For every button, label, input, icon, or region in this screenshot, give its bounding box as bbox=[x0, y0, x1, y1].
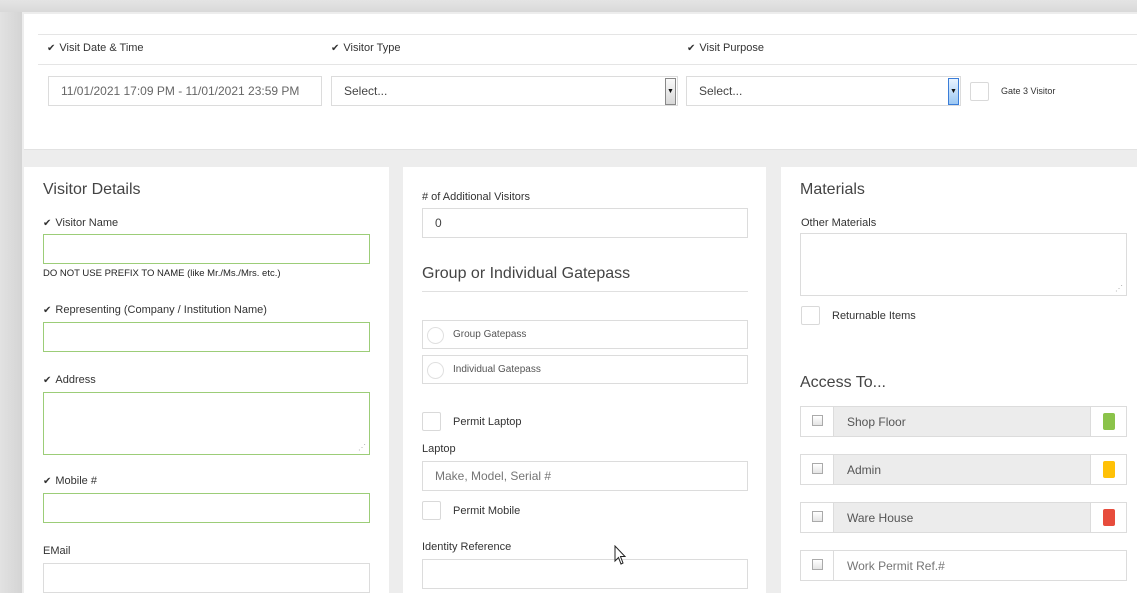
returnable-items-label: Returnable Items bbox=[832, 310, 916, 322]
check-icon: ✔ bbox=[43, 375, 52, 386]
gatepass-title: Group or Individual Gatepass bbox=[422, 265, 631, 282]
radio-button[interactable] bbox=[427, 362, 444, 379]
materials-title: Materials bbox=[800, 181, 865, 198]
representing-label: ✔ Representing (Company / Institution Nam… bbox=[43, 304, 267, 316]
laptop-input[interactable] bbox=[422, 461, 748, 491]
other-materials-textarea[interactable]: ⋰ bbox=[800, 233, 1127, 296]
visit-date-label: ✔ Visit Date & Time bbox=[47, 42, 144, 54]
gate3-visitor-label: Gate 3 Visitor bbox=[1001, 86, 1056, 96]
address-label: ✔ Address bbox=[43, 374, 96, 386]
divider bbox=[38, 34, 1137, 35]
email-input[interactable] bbox=[43, 563, 370, 593]
visit-purpose-select[interactable]: Select... ▼ bbox=[686, 76, 961, 106]
divider bbox=[422, 291, 748, 292]
work-permit-checkbox[interactable] bbox=[812, 559, 823, 570]
radio-button[interactable] bbox=[427, 327, 444, 344]
individual-gatepass-label: Individual Gatepass bbox=[453, 364, 541, 375]
access-item-admin[interactable]: Admin bbox=[800, 454, 1127, 485]
access-item-ware-house[interactable]: Ware House bbox=[800, 502, 1127, 533]
visitor-type-label: ✔ Visitor Type bbox=[331, 42, 401, 54]
visit-purpose-value: Select... bbox=[699, 84, 743, 98]
additional-visitors-label: # of Additional Visitors bbox=[422, 191, 531, 203]
chevron-down-icon[interactable]: ▼ bbox=[665, 78, 676, 105]
status-swatch-cell bbox=[1090, 407, 1126, 436]
checkbox-cell bbox=[801, 551, 834, 580]
access-item-label: Shop Floor bbox=[834, 407, 1090, 436]
check-icon: ✔ bbox=[331, 43, 340, 54]
resize-handle-icon[interactable]: ⋰ bbox=[1115, 284, 1123, 293]
visitor-name-input[interactable] bbox=[43, 234, 370, 264]
visit-date-range-input[interactable]: 11/01/2021 17:09 PM - 11/01/2021 23:59 P… bbox=[48, 76, 322, 106]
chevron-down-icon[interactable]: ▼ bbox=[948, 78, 959, 105]
representing-input[interactable] bbox=[43, 322, 370, 352]
visit-purpose-label: ✔ Visit Purpose bbox=[687, 42, 764, 54]
check-icon: ✔ bbox=[43, 305, 52, 316]
status-swatch-cell bbox=[1090, 503, 1126, 532]
mouse-cursor-icon bbox=[614, 545, 627, 565]
visitor-details-title: Visitor Details bbox=[43, 181, 141, 198]
status-color-indicator bbox=[1103, 461, 1115, 478]
gate3-visitor-checkbox[interactable] bbox=[970, 82, 989, 101]
check-icon: ✔ bbox=[47, 43, 56, 54]
group-gatepass-label: Group Gatepass bbox=[453, 329, 527, 340]
other-materials-label: Other Materials bbox=[801, 217, 877, 229]
checkbox-cell bbox=[801, 503, 834, 532]
checkbox-cell bbox=[801, 407, 834, 436]
access-item-label: Ware House bbox=[834, 503, 1090, 532]
address-textarea[interactable]: ⋰ bbox=[43, 392, 370, 455]
laptop-label: Laptop bbox=[422, 443, 456, 455]
status-swatch-cell bbox=[1090, 455, 1126, 484]
additional-visitors-input[interactable]: 0 bbox=[422, 208, 748, 238]
group-gatepass-option[interactable]: Group Gatepass bbox=[422, 320, 748, 349]
visitor-name-label: ✔ Visitor Name bbox=[43, 217, 119, 229]
access-checkbox[interactable] bbox=[812, 415, 823, 426]
individual-gatepass-option[interactable]: Individual Gatepass bbox=[422, 355, 748, 384]
returnable-items-checkbox[interactable] bbox=[801, 306, 820, 325]
mobile-input[interactable] bbox=[43, 493, 370, 523]
visitor-name-note: DO NOT USE PREFIX TO NAME (like Mr./Ms./… bbox=[43, 268, 281, 279]
status-color-indicator bbox=[1103, 413, 1115, 430]
visitor-type-select[interactable]: Select... ▼ bbox=[331, 76, 678, 106]
permit-mobile-checkbox[interactable] bbox=[422, 501, 441, 520]
identity-reference-label: Identity Reference bbox=[422, 541, 512, 553]
email-label: EMail bbox=[43, 545, 71, 557]
permit-laptop-label: Permit Laptop bbox=[453, 416, 522, 428]
check-icon: ✔ bbox=[43, 476, 52, 487]
visitor-type-value: Select... bbox=[344, 84, 388, 98]
visit-info-panel: ✔ Visit Date & Time ✔ Visitor Type ✔ Visit … bbox=[24, 14, 1137, 150]
work-permit-input[interactable] bbox=[835, 551, 1125, 580]
status-color-indicator bbox=[1103, 509, 1115, 526]
resize-handle-icon[interactable]: ⋰ bbox=[358, 443, 366, 452]
checkbox-cell bbox=[801, 455, 834, 484]
page-shadow-left bbox=[0, 0, 22, 593]
access-checkbox[interactable] bbox=[812, 511, 823, 522]
access-checkbox[interactable] bbox=[812, 463, 823, 474]
check-icon: ✔ bbox=[687, 43, 696, 54]
access-item-label: Admin bbox=[834, 455, 1090, 484]
access-to-title: Access To... bbox=[800, 374, 886, 391]
page-shadow-top bbox=[0, 0, 1137, 12]
work-permit-row[interactable] bbox=[800, 550, 1127, 581]
mobile-label: ✔ Mobile # bbox=[43, 475, 97, 487]
divider bbox=[38, 64, 1137, 65]
access-item-shop-floor[interactable]: Shop Floor bbox=[800, 406, 1127, 437]
check-icon: ✔ bbox=[43, 218, 52, 229]
permit-laptop-checkbox[interactable] bbox=[422, 412, 441, 431]
permit-mobile-label: Permit Mobile bbox=[453, 505, 521, 517]
identity-reference-input[interactable] bbox=[422, 559, 748, 589]
